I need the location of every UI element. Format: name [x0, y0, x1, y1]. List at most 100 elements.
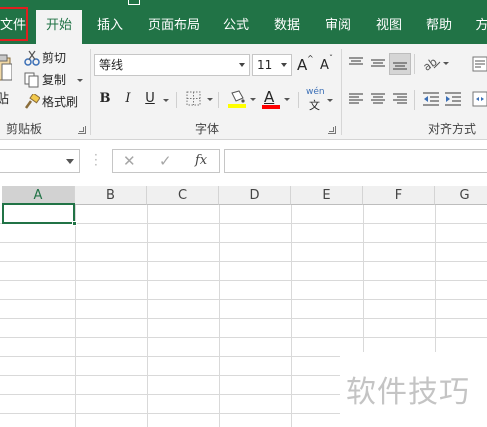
cut-button[interactable]: 剪切 — [24, 48, 74, 68]
increase-indent-button[interactable] — [444, 91, 462, 107]
tab-view[interactable]: 视图 — [368, 14, 410, 38]
grow-font-button[interactable]: A ^ — [297, 54, 314, 76]
chevron-down-icon — [281, 63, 287, 67]
merge-center-icon[interactable] — [472, 91, 487, 107]
phonetic-guide-button[interactable]: wén 文 — [304, 87, 334, 113]
paint-bucket-icon — [228, 90, 246, 108]
tab-page-layout[interactable]: 页面布局 — [142, 14, 206, 38]
fill-color-button[interactable] — [228, 89, 258, 111]
align-divider — [414, 90, 415, 110]
column-header-c[interactable]: C — [147, 186, 219, 205]
font-divider — [176, 92, 177, 108]
font-name-select[interactable]: 等线 — [94, 54, 250, 76]
tab-more[interactable]: 方 — [472, 14, 487, 38]
enter-check-icon[interactable]: ✓ — [159, 152, 172, 170]
borders-button[interactable] — [186, 91, 214, 109]
paste-icon — [0, 54, 12, 81]
decrease-indent-button[interactable] — [422, 91, 440, 107]
tab-review[interactable]: 审阅 — [318, 14, 358, 38]
grid-line — [0, 337, 487, 338]
align-right-button[interactable] — [392, 92, 408, 106]
column-header-b[interactable]: B — [75, 186, 147, 205]
svg-text:ab: ab — [422, 55, 440, 71]
font-size-select[interactable]: 11 — [252, 54, 292, 76]
insert-function-icon[interactable]: fx — [195, 153, 207, 168]
italic-button[interactable]: I — [121, 88, 135, 110]
tab-data[interactable]: 数据 — [266, 14, 308, 38]
scissors-icon — [24, 50, 40, 66]
column-header-e[interactable]: E — [291, 186, 363, 205]
underline-button[interactable]: U — [142, 88, 158, 110]
font-divider — [298, 92, 299, 108]
column-header-g[interactable]: G — [435, 186, 487, 205]
grid-line — [0, 299, 487, 300]
fill-color-dropdown-icon — [250, 98, 256, 101]
shrink-font-icon: A — [320, 58, 329, 73]
borders-dropdown-icon — [207, 98, 213, 101]
bold-button[interactable]: B — [97, 88, 113, 110]
grow-font-icon: A — [297, 56, 308, 74]
align-divider — [414, 54, 415, 74]
copy-label: 复制 — [42, 73, 67, 87]
grid-line — [0, 261, 487, 262]
chevron-down-icon — [66, 159, 74, 164]
grow-caret-icon: ^ — [307, 54, 314, 63]
column-header-d[interactable]: D — [219, 186, 291, 205]
active-cell-a1[interactable] — [2, 203, 75, 224]
wrap-text-icon[interactable] — [472, 56, 487, 72]
grid-line — [0, 318, 487, 319]
font-size-value: 11 — [257, 58, 273, 72]
ribbon-home: 贴 剪切 复制 格式刷 剪贴板 等线 11 A ^ A ˇ B I U A wé… — [0, 44, 487, 140]
clipboard-group-label: 剪贴板 — [6, 122, 43, 136]
formula-bar: · · · ✕ ✓ fx — [0, 140, 487, 186]
fill-handle[interactable] — [72, 221, 77, 226]
shrink-font-button[interactable]: A ˇ — [320, 54, 336, 78]
grid-line — [0, 242, 487, 243]
copy-dropdown-icon[interactable] — [77, 79, 83, 82]
group-divider — [341, 49, 342, 135]
name-box[interactable] — [0, 149, 80, 173]
tab-home[interactable]: 开始 — [36, 10, 82, 44]
phonetic-top: wén — [306, 87, 325, 97]
tab-formulas[interactable]: 公式 — [216, 14, 256, 38]
font-color-dropdown-icon — [284, 98, 290, 101]
orientation-icon: ab — [422, 55, 441, 71]
phonetic-dropdown-icon — [327, 99, 333, 102]
copy-button[interactable]: 复制 — [24, 70, 84, 90]
font-divider — [218, 92, 219, 108]
cut-label: 剪切 — [42, 51, 67, 65]
tab-help[interactable]: 帮助 — [418, 14, 460, 38]
font-color-swatch — [262, 105, 280, 109]
clipboard-launcher-icon[interactable] — [78, 126, 86, 134]
align-left-button[interactable] — [348, 92, 364, 106]
group-divider — [90, 49, 91, 135]
ribbon-tab-bar: 文件 开始 插入 页面布局 公式 数据 审阅 视图 帮助 方 — [0, 0, 487, 44]
tab-insert[interactable]: 插入 — [88, 14, 132, 38]
middle-align-button[interactable] — [370, 56, 386, 70]
font-color-button[interactable]: A — [262, 88, 292, 112]
formula-bar-grip-icon[interactable]: · · · — [94, 149, 98, 171]
font-group-label: 字体 — [195, 122, 220, 136]
underline-dropdown-icon[interactable] — [163, 99, 169, 102]
paste-label: 贴 — [0, 92, 10, 107]
column-header-f[interactable]: F — [363, 186, 435, 205]
format-painter-button[interactable]: 格式刷 — [24, 92, 80, 112]
paintbrush-icon — [24, 94, 40, 109]
bottom-align-icon — [393, 62, 407, 70]
orientation-dropdown-icon — [443, 62, 449, 65]
file-tab-highlight — [0, 7, 28, 41]
formula-input[interactable] — [224, 149, 487, 173]
paste-button[interactable]: 贴 — [0, 50, 16, 110]
chevron-down-icon — [239, 63, 245, 67]
borders-icon — [186, 91, 201, 106]
align-center-button[interactable] — [370, 92, 386, 106]
font-color-icon: A — [264, 88, 275, 106]
font-launcher-icon[interactable] — [328, 126, 336, 134]
shrink-caret-icon: ˇ — [329, 54, 333, 63]
orientation-button[interactable]: ab — [422, 54, 452, 74]
cancel-icon[interactable]: ✕ — [123, 152, 136, 170]
quick-access-stub — [128, 0, 140, 5]
bottom-align-button[interactable] — [389, 53, 411, 75]
top-align-button[interactable] — [348, 56, 364, 70]
formula-buttons: ✕ ✓ fx — [112, 149, 220, 173]
